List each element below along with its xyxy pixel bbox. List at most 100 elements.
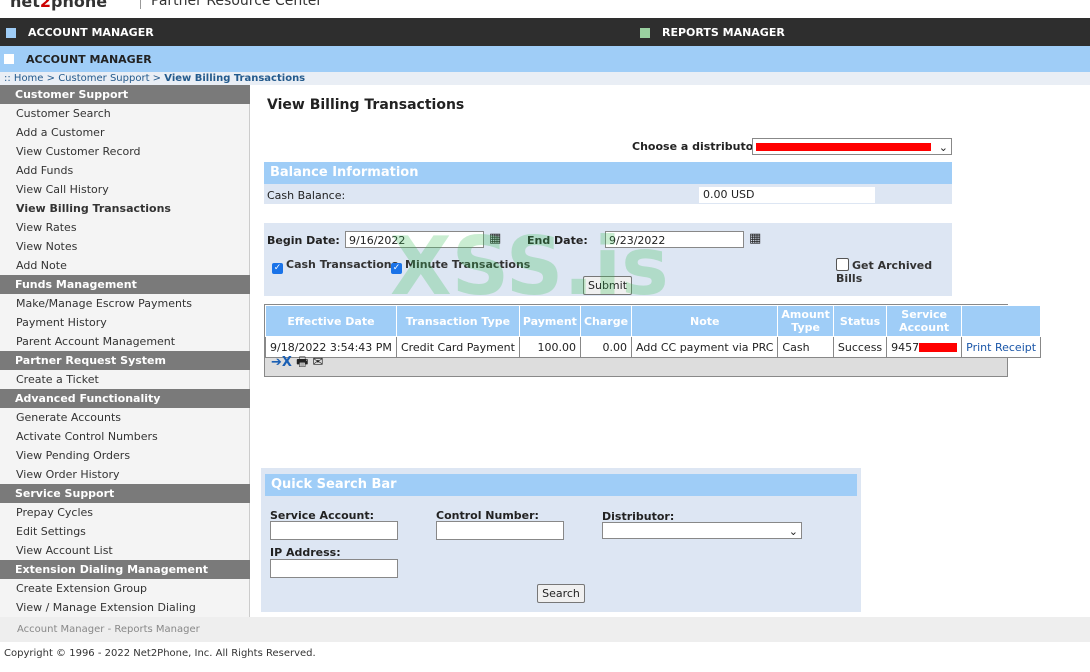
sidebar-item[interactable]: Add Funds [0, 161, 250, 180]
breadcrumb-customer-support[interactable]: Customer Support [58, 73, 149, 84]
sidebar-section-header: Extension Dialing Management [0, 560, 250, 579]
breadcrumb: :: Home > Customer Support > View Billin… [0, 72, 1090, 85]
submit-button[interactable]: Submit [583, 276, 632, 295]
begin-date-input[interactable]: 9/16/2022 [345, 231, 484, 248]
end-date-input[interactable]: 9/23/2022 [605, 231, 744, 248]
cash-transactions-checkbox[interactable]: ✓ Cash Transactions [272, 258, 398, 274]
copyright: Copyright © 1996 - 2022 Net2Phone, Inc. … [4, 648, 316, 659]
breadcrumb-home[interactable]: Home [14, 73, 44, 84]
service-account-input[interactable] [270, 521, 398, 540]
transactions-table: Effective Date Transaction Type Payment Cha… [265, 305, 1042, 358]
column-header: Payment [518, 305, 581, 337]
sidebar-item[interactable]: Activate Control Numbers [0, 427, 250, 446]
distributor-select[interactable]: ⌄ [752, 138, 952, 155]
cash-balance-label: Cash Balance: [267, 189, 346, 202]
sidebar-item[interactable]: Add Note [0, 256, 250, 275]
column-header: Transaction Type [395, 305, 520, 337]
column-header [961, 305, 1042, 337]
balance-title: Balance Information [264, 162, 952, 184]
search-button[interactable]: Search [537, 584, 585, 603]
sidebar-item[interactable]: Payment History [0, 313, 250, 332]
distributor-label: Choose a distributor: [632, 140, 764, 153]
sidebar-item[interactable]: View Account List [0, 541, 250, 560]
sidebar-item[interactable]: Generate Accounts [0, 408, 250, 427]
sidebar-section-header: Advanced Functionality [0, 389, 250, 408]
sidebar-item[interactable]: Parent Account Management [0, 332, 250, 351]
sidebar-item[interactable]: View Rates [0, 218, 250, 237]
ip-address-input[interactable] [270, 559, 398, 578]
sidebar-section-header: Partner Request System [0, 351, 250, 370]
sidebar-item[interactable]: View Notes [0, 237, 250, 256]
calendar-icon[interactable]: ▦ [489, 231, 501, 246]
sub-nav: ACCOUNT MANAGER [0, 46, 1090, 72]
table-cell: Success [832, 336, 888, 358]
sidebar-item[interactable]: Make/Manage Escrow Payments [0, 294, 250, 313]
sidebar-item[interactable]: Add a Customer [0, 123, 250, 142]
header: net2phone Partner Resource Center [0, 0, 1090, 18]
square-icon [640, 27, 650, 38]
calendar-icon[interactable]: ▦ [749, 231, 761, 246]
table-cell: Add CC payment via PRC [631, 336, 779, 358]
quick-search-title: Quick Search Bar [265, 474, 857, 496]
sidebar-item[interactable]: View Billing Transactions [0, 199, 250, 218]
nav-account-manager[interactable]: ACCOUNT MANAGER [6, 26, 154, 39]
column-header: Charge [579, 305, 633, 337]
control-number-input[interactable] [436, 521, 564, 540]
sidebar-item[interactable]: Customer Search [0, 104, 250, 123]
sidebar-item[interactable]: View Call History [0, 180, 250, 199]
column-header: Status [832, 305, 888, 337]
sidebar-section-header: Funds Management [0, 275, 250, 294]
print-receipt-link[interactable]: Print Receipt [961, 336, 1042, 358]
column-header: Amount Type [777, 305, 834, 337]
transactions-panel: Effective Date Transaction Type Payment Cha… [264, 304, 1042, 377]
table-cell: Cash [777, 336, 834, 358]
sidebar-item[interactable]: View Order History [0, 465, 250, 484]
sidebar-item[interactable]: View / Manage Extension Dialing [0, 598, 250, 617]
quick-distributor-select[interactable]: ⌄ [602, 522, 802, 539]
table-cell: 0.00 [579, 336, 633, 358]
nav-reports-manager[interactable]: REPORTS MANAGER [640, 26, 785, 39]
excel-export-icon[interactable]: ➔X [271, 355, 292, 370]
column-header: Note [631, 305, 779, 337]
logo[interactable]: net2phone [10, 0, 107, 11]
table-cell: 100.00 [518, 336, 581, 358]
chevron-down-icon: ⌄ [938, 141, 948, 154]
cash-balance-value: 0.00 USD [699, 187, 875, 203]
sidebar-item[interactable]: View Customer Record [0, 142, 250, 161]
filter-panel: Begin Date: 9/16/2022 ▦ End Date: 9/23/2… [264, 223, 952, 296]
square-icon [6, 27, 16, 38]
end-date-label: End Date: [527, 234, 588, 247]
subnav-account-manager[interactable]: ACCOUNT MANAGER [26, 53, 152, 66]
print-icon[interactable]: 🖶 [296, 355, 308, 370]
check-icon: ✓ [272, 263, 283, 274]
page-title: View Billing Transactions [267, 97, 465, 113]
sidebar-item[interactable]: Create a Ticket [0, 370, 250, 389]
quick-search-panel: Quick Search Bar Service Account: Contro… [261, 468, 861, 612]
sidebar: Customer Support Customer Search Add a Cus… [0, 85, 250, 617]
sidebar-item[interactable]: Create Extension Group [0, 579, 250, 598]
sidebar-section-header: Service Support [0, 484, 250, 503]
breadcrumb-current: View Billing Transactions [164, 73, 306, 84]
export-toolbar: ➔X 🖶 ✉ [271, 353, 323, 375]
chevron-down-icon: ⌄ [788, 525, 798, 538]
tagline: Partner Resource Center [140, 0, 322, 9]
email-icon[interactable]: ✉ [312, 355, 323, 370]
table-cell: 9457 [886, 336, 963, 358]
sidebar-item[interactable]: Prepay Cycles [0, 503, 250, 522]
column-header: Service Account [886, 305, 963, 337]
table-row: 9/18/2022 3:54:43 PM Credit Card Payment 1… [265, 336, 1042, 358]
sidebar-item[interactable]: Edit Settings [0, 522, 250, 541]
top-nav: ACCOUNT MANAGER REPORTS MANAGER [0, 18, 1090, 46]
archived-bills-checkbox[interactable]: Get Archived Bills [836, 258, 952, 285]
ip-address-label: IP Address: [270, 546, 341, 559]
check-icon: ✓ [391, 263, 402, 274]
minute-transactions-checkbox[interactable]: ✓ Minute Transactions [391, 258, 530, 274]
column-header: Effective Date [265, 305, 397, 337]
square-icon [4, 54, 14, 64]
footer-links[interactable]: Account Manager - Reports Manager [0, 617, 1090, 642]
sidebar-section-header: Customer Support [0, 85, 250, 104]
sidebar-item[interactable]: View Pending Orders [0, 446, 250, 465]
table-cell: Credit Card Payment [395, 336, 520, 358]
balance-panel: Balance Information Cash Balance: 0.00 U… [264, 162, 952, 204]
begin-date-label: Begin Date: [267, 234, 340, 247]
